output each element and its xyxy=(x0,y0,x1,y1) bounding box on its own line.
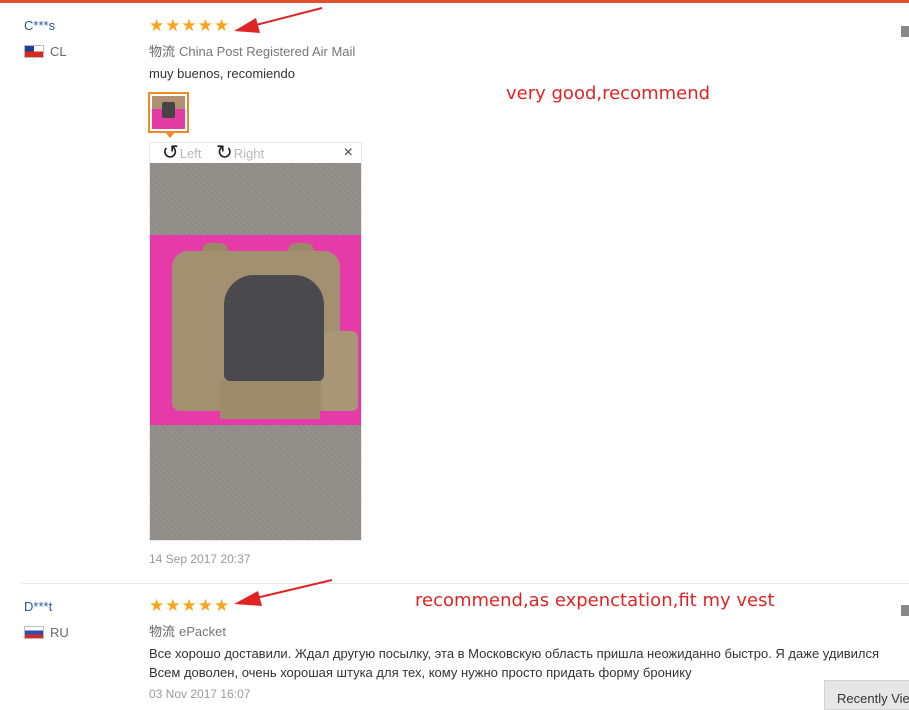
annotation-arrows xyxy=(234,7,333,606)
red-arrow-icon xyxy=(234,579,333,606)
red-arrow-icon xyxy=(234,7,323,33)
